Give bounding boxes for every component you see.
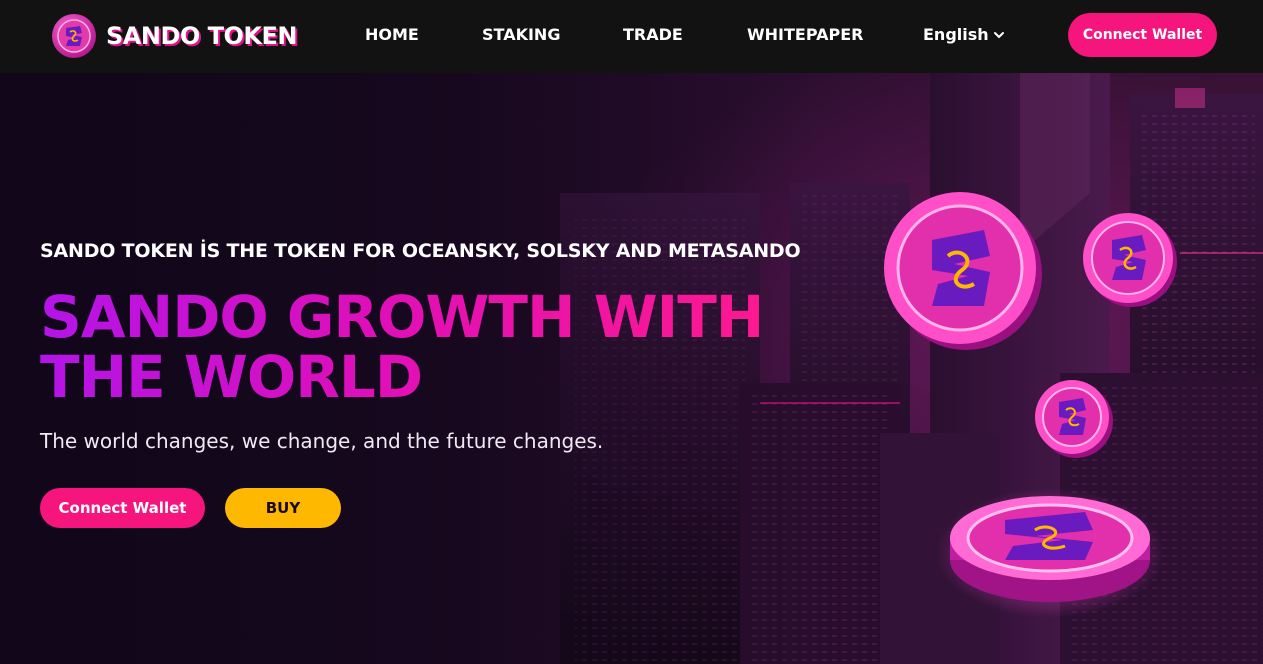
header-connect-wallet-button[interactable]: Connect Wallet: [1068, 13, 1217, 57]
hero-subtitle: SANDO TOKEN İS THE TOKEN FOR OCEANSKY, S…: [40, 240, 801, 262]
language-label: English: [923, 25, 989, 44]
chevron-down-icon: [993, 31, 1004, 38]
sando-logo-icon: [52, 14, 96, 58]
nav-whitepaper[interactable]: WHITEPAPER: [747, 25, 863, 44]
hero-connect-wallet-button[interactable]: Connect Wallet: [40, 488, 205, 528]
site-header: SANDO TOKEN HOME STAKING TRADE WHITEPAPE…: [0, 0, 1263, 73]
nav-trade[interactable]: TRADE: [623, 25, 683, 44]
sando-coin-icon: [1035, 380, 1113, 458]
hero-headline-line-1: SANDO GROWTH WITH: [40, 283, 764, 351]
buy-button[interactable]: BUY: [225, 488, 341, 528]
sando-coin-icon: [884, 192, 1042, 350]
hero-tagline: The world changes, we change, and the fu…: [40, 429, 604, 453]
language-selector[interactable]: English: [923, 25, 1005, 44]
sando-coin-icon: [1083, 213, 1177, 307]
nav-home[interactable]: HOME: [365, 25, 419, 44]
hero-section: SANDO TOKEN İS THE TOKEN FOR OCEANSKY, S…: [0, 73, 1263, 664]
hero-headline: SANDO GROWTH WITH THE WORLD: [40, 287, 800, 407]
hero-headline-line-2: THE WORLD: [40, 343, 422, 411]
brand-name: SANDO TOKEN: [106, 22, 297, 50]
nav-staking[interactable]: STAKING: [482, 25, 560, 44]
sando-coin-icon: [935, 488, 1165, 618]
brand-logo[interactable]: SANDO TOKEN: [51, 13, 297, 59]
